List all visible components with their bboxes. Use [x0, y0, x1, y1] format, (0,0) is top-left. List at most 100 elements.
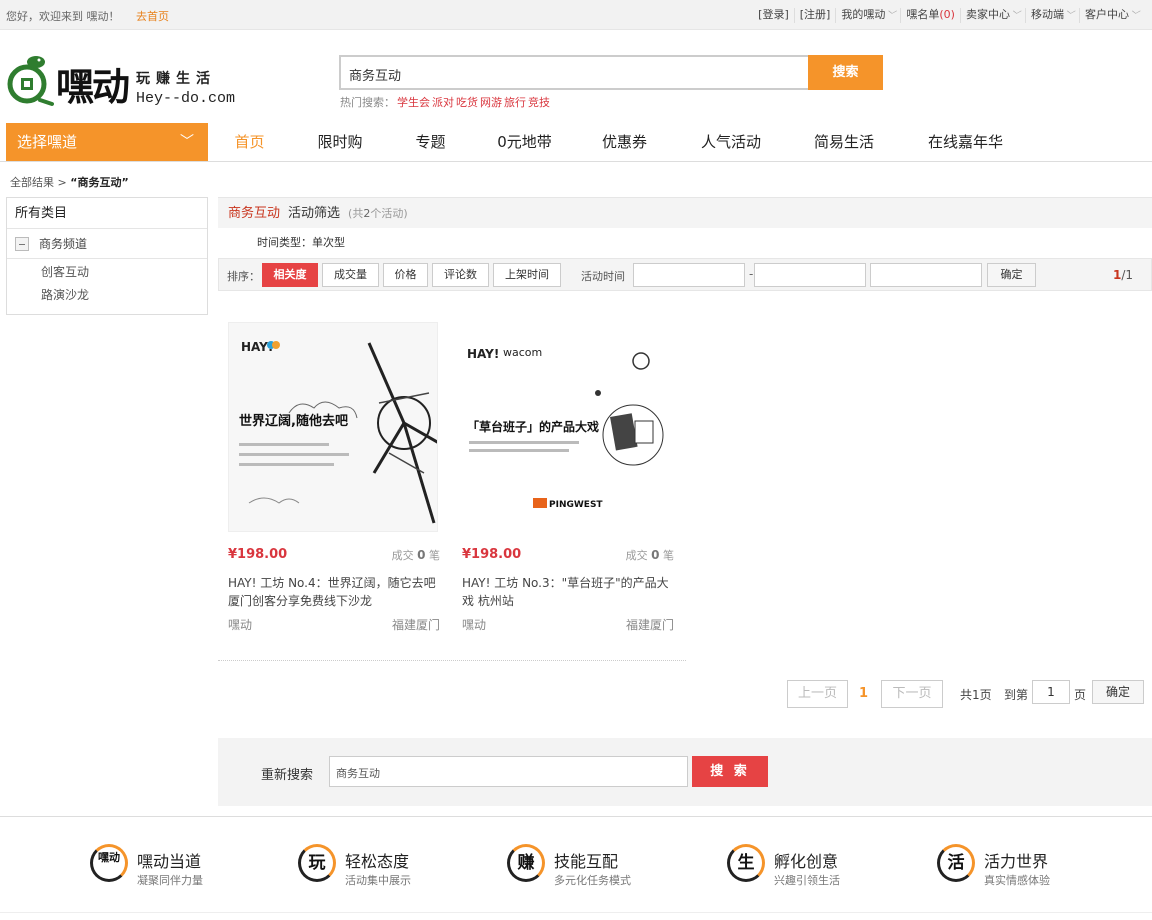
category-select-label: 选择嘿道: [17, 133, 78, 151]
prev-page-button[interactable]: 上一页: [787, 680, 848, 708]
sort-price-button[interactable]: 价格: [383, 263, 428, 287]
sort-volume-button[interactable]: 成交量: [322, 263, 379, 287]
sidebar-item-maker[interactable]: 创客互动: [7, 259, 207, 284]
sidebar-item-business-channel[interactable]: 商务频道: [7, 229, 207, 259]
seller-center-menu[interactable]: 卖家中心﹀: [961, 8, 1026, 23]
nav-item-simple-life[interactable]: 简易生活: [790, 123, 898, 161]
nav-item-popular[interactable]: 人气活动: [672, 123, 790, 161]
result-count: (共2个活动): [348, 207, 408, 220]
product-organizer: 嘿动: [228, 618, 253, 632]
mobile-menu[interactable]: 移动端﹀: [1026, 8, 1080, 23]
filter-header: 商务互动 活动筛选 (共2个活动): [218, 197, 1152, 228]
nav-item-carnival[interactable]: 在线嘉年华: [898, 123, 1033, 161]
product-card[interactable]: HAY! wacom 「草台班子」的产品大戏 PINGWEST ¥198.00 …: [462, 322, 674, 632]
next-page-button[interactable]: 下一页: [881, 680, 943, 708]
filter-title: 活动筛选: [288, 206, 341, 221]
research-button[interactable]: 搜 索: [692, 756, 768, 787]
brand-domain: Hey--do.com: [136, 90, 236, 107]
cards-divider: [218, 660, 686, 661]
my-heydo-menu[interactable]: 我的嘿动﹀: [836, 8, 902, 23]
page-unit-label: 页: [1074, 688, 1087, 702]
hot-keyword[interactable]: 吃货: [456, 96, 478, 109]
collapse-icon[interactable]: [15, 237, 29, 251]
sort-bar: 排序： 相关度 成交量 价格 评论数 上架时间 活动时间 - 确定 1/1: [218, 258, 1152, 291]
nav-item-home[interactable]: 首页: [208, 123, 291, 161]
feature-subtitle: 兴趣引领生活: [774, 874, 840, 887]
sort-listing-time-button[interactable]: 上架时间: [493, 263, 561, 287]
brand-name: 嘿动: [56, 65, 130, 109]
hey-list-link[interactable]: 嘿名单(0): [901, 8, 961, 23]
nav-item-coupons[interactable]: 优惠券: [577, 123, 672, 161]
sidebar-header[interactable]: 所有类目: [7, 198, 207, 229]
product-price: ¥198.00: [228, 547, 288, 562]
time-type-filter[interactable]: 时间类型：单次型: [218, 228, 1152, 258]
product-title[interactable]: HAY! 工坊 No.3："草台班子"的产品大戏 杭州站: [462, 574, 677, 610]
hot-keyword[interactable]: 学生会: [397, 96, 430, 109]
product-organizer: 嘿动: [462, 618, 487, 632]
page-indicator: 1/1: [1112, 268, 1133, 282]
hot-keyword[interactable]: 竞技: [528, 96, 550, 109]
feature-item: 赚 技能互配 多元化任务模式: [507, 844, 707, 888]
feature-item: 玩 轻松态度 活动集中展示: [298, 844, 498, 888]
sidebar-channel-label: 商务频道: [39, 237, 88, 251]
product-sold: 成交 0 笔: [391, 548, 440, 562]
feature-subtitle: 真实情感体验: [984, 874, 1050, 887]
search-input[interactable]: 商务互动: [339, 55, 809, 90]
sort-relevance-button[interactable]: 相关度: [262, 263, 318, 287]
feature-title: 技能互配: [554, 852, 619, 871]
filter-panel: 商务互动 活动筛选 (共2个活动) 时间类型：单次型 排序： 相关度 成交量 价格 …: [218, 197, 1152, 293]
time-confirm-button[interactable]: 确定: [987, 263, 1036, 287]
filter-tag[interactable]: 商务互动: [228, 206, 280, 221]
nav-item-free-zone[interactable]: 0元地带: [472, 123, 577, 161]
register-link[interactable]: [注册]: [795, 8, 837, 23]
sidebar-item-roadshow[interactable]: 路演沙龙: [7, 284, 207, 307]
site-logo[interactable]: 嘿动 玩赚生活 Hey--do.com: [6, 48, 251, 110]
time-extra-input[interactable]: [870, 263, 982, 287]
sort-label: 排序：: [227, 270, 260, 283]
product-price: ¥198.00: [462, 547, 522, 562]
product-image[interactable]: HAY! 世界辽阔,随他去吧: [228, 322, 438, 532]
goto-confirm-button[interactable]: 确定: [1092, 680, 1144, 704]
goto-page-input[interactable]: 1: [1032, 680, 1070, 704]
chevron-down-icon: ﹀: [1129, 11, 1139, 21]
login-link[interactable]: [登录]: [753, 8, 795, 23]
goto-label: 到第: [1004, 688, 1029, 702]
category-sidebar: 所有类目 商务频道 创客互动 路演沙龙: [6, 197, 208, 315]
activity-time-label: 活动时间: [581, 270, 625, 283]
nav-item-flash-sale[interactable]: 限时购: [291, 123, 389, 161]
breadcrumb-root[interactable]: 全部结果: [10, 176, 54, 189]
svg-text:「草台班子」的产品大戏: 「草台班子」的产品大戏: [467, 419, 599, 434]
snake-logo-icon: [7, 56, 54, 106]
hot-keyword[interactable]: 旅行: [504, 96, 526, 109]
life-badge-icon: 生: [727, 844, 765, 882]
current-page[interactable]: 1: [859, 686, 868, 701]
chevron-down-icon: ﹀: [180, 134, 194, 150]
product-card[interactable]: HAY! 世界辽阔,随他去吧 ¥198.00 成交 0 笔 HAY! 工坊 No…: [228, 322, 440, 632]
product-location: 福建厦门: [625, 618, 674, 632]
feature-subtitle: 多元化任务模式: [554, 874, 631, 887]
time-end-input[interactable]: [754, 263, 866, 287]
feature-item: 生 孵化创意 兴趣引领生活: [727, 844, 927, 888]
top-links: [登录] [注册] 我的嘿动﹀ 嘿名单(0) 卖家中心﹀ 移动端﹀ 客户中心﹀: [753, 8, 1144, 23]
product-image[interactable]: HAY! wacom 「草台班子」的产品大戏 PINGWEST: [462, 322, 672, 532]
product-title[interactable]: HAY! 工坊 No.4：世界辽阔，随它去吧 厦门创客分享免费线下沙龙: [228, 574, 443, 610]
chevron-down-icon: ﹀: [1010, 11, 1020, 21]
breadcrumb-current: “商务互动”: [70, 176, 129, 189]
chevron-down-icon: ﹀: [1064, 11, 1074, 21]
nav-item-topics[interactable]: 专题: [389, 123, 472, 161]
customer-center-menu[interactable]: 客户中心﹀: [1080, 8, 1144, 23]
hot-keyword[interactable]: 派对: [432, 96, 454, 109]
search-button[interactable]: 搜索: [808, 55, 883, 90]
top-bar: 您好，欢迎来到 嘿动！ 去首页 [登录] [注册] 我的嘿动﹀ 嘿名单(0) 卖…: [0, 0, 1152, 30]
hot-searches: 热门搜索： 学生会 派对 吃货 网游 旅行 竞技: [340, 94, 550, 110]
research-panel: 重新搜索 商务互动 搜 索: [218, 738, 1152, 806]
go-home-link[interactable]: 去首页: [136, 8, 169, 24]
feature-subtitle: 活动集中展示: [345, 874, 411, 887]
research-input[interactable]: 商务互动: [329, 756, 688, 787]
sort-comments-button[interactable]: 评论数: [432, 263, 489, 287]
category-select-button[interactable]: 选择嘿道 ﹀: [6, 123, 208, 161]
brand-slogan: 玩赚生活: [136, 71, 216, 87]
time-start-input[interactable]: [633, 263, 745, 287]
feature-subtitle: 凝聚同伴力量: [137, 874, 203, 887]
hot-keyword[interactable]: 网游: [480, 96, 502, 109]
